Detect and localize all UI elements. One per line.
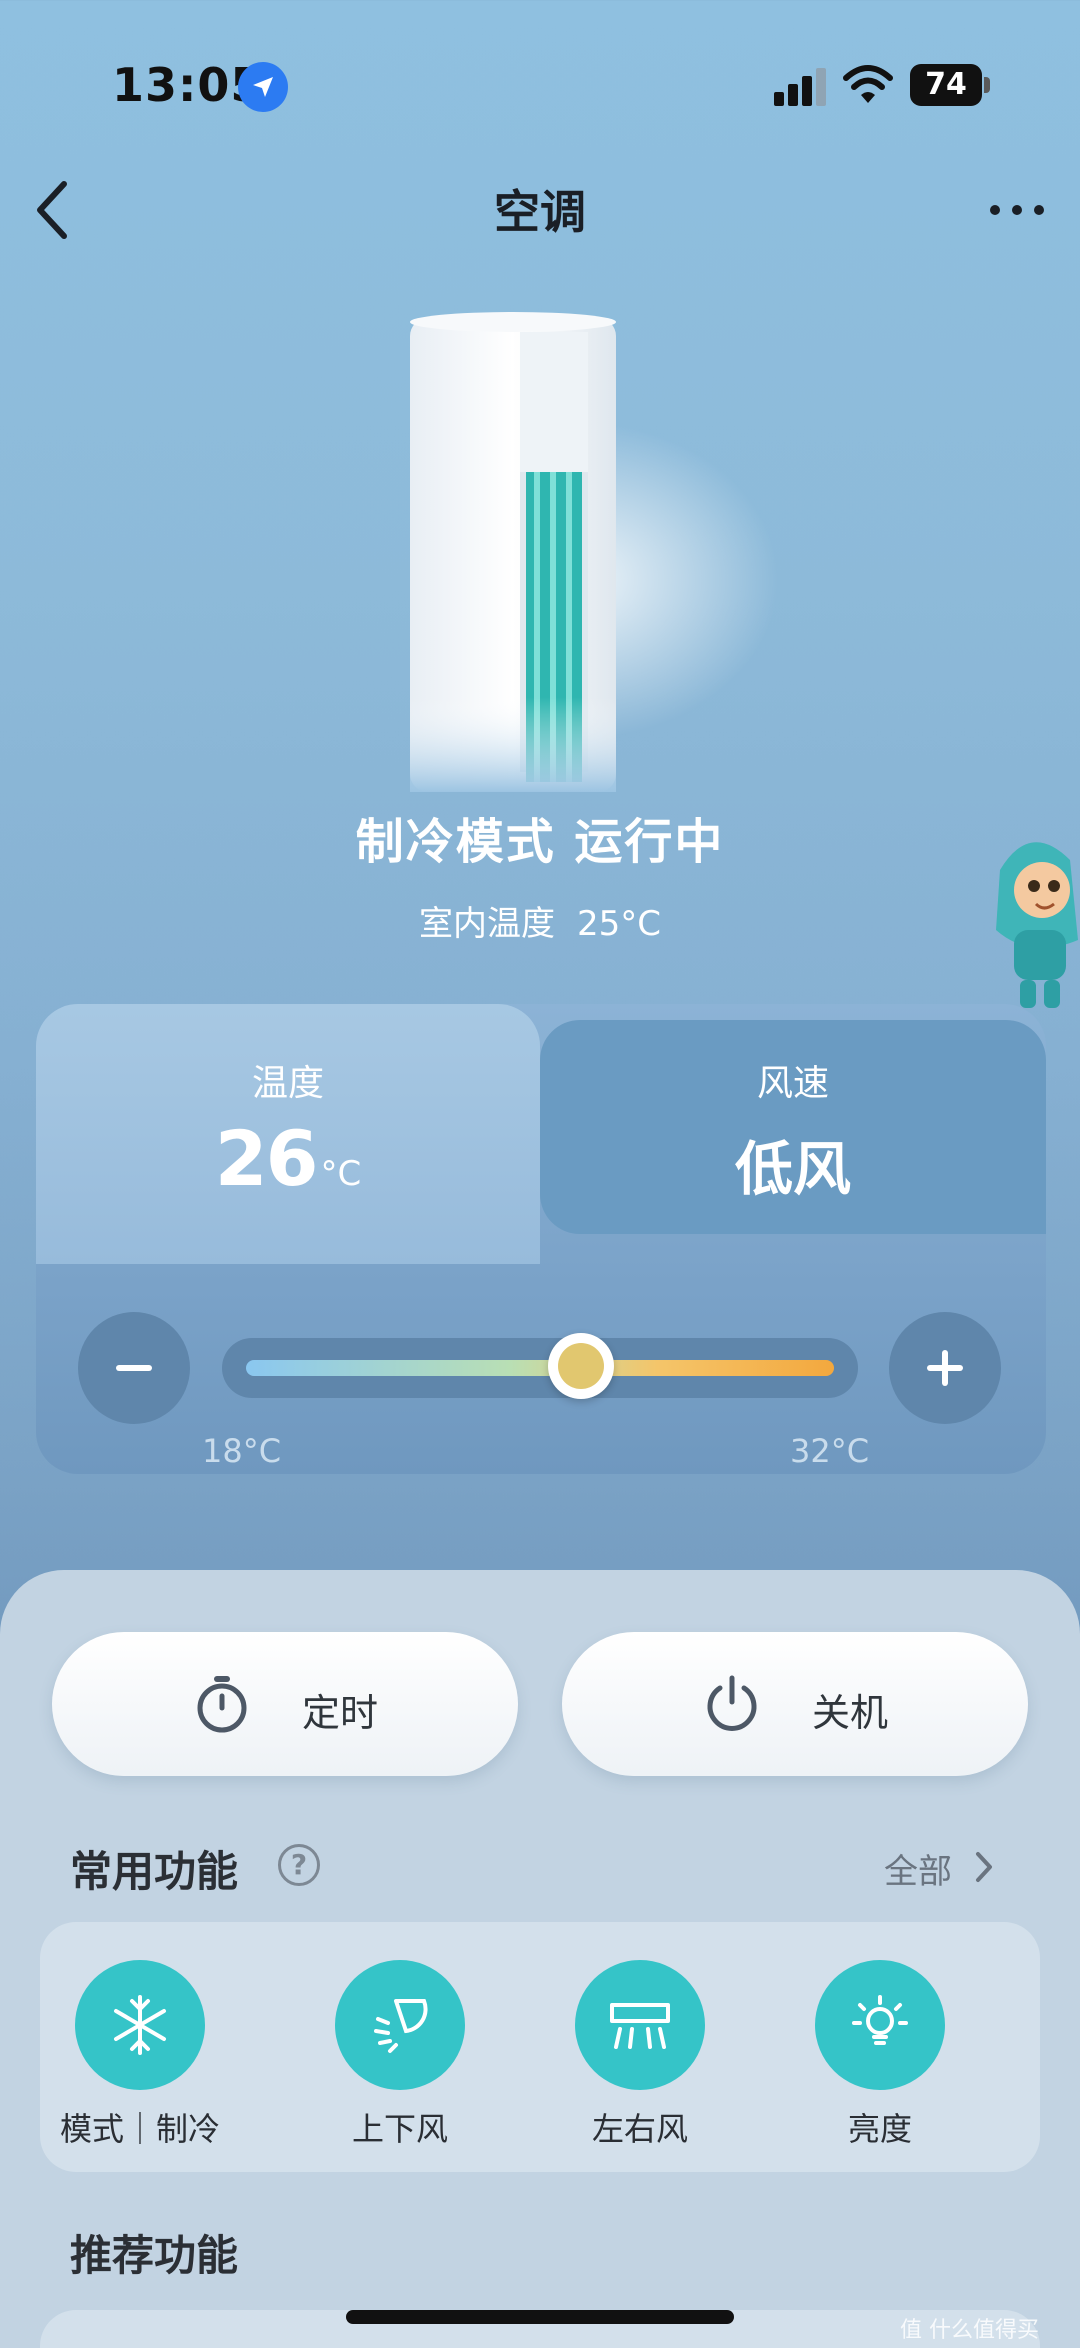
mode-status: 制冷模式 运行中	[355, 814, 725, 870]
function-brightness-button[interactable]	[815, 1960, 945, 2090]
power-icon	[707, 1675, 757, 1731]
indoor-temp-label: 室内温度	[418, 904, 555, 944]
timer-label: 定时	[302, 1691, 379, 1735]
function-brightness[interactable]: 亮度	[780, 1960, 980, 2150]
location-icon	[238, 62, 288, 112]
target-temperature-value: 26	[214, 1114, 319, 1203]
view-all-link[interactable]: 全部	[884, 1844, 952, 1893]
decrease-temperature-button[interactable]	[78, 1312, 190, 1424]
function-mode-label: 模式｜制冷	[59, 2110, 220, 2148]
help-icon[interactable]: ?	[278, 1844, 320, 1886]
recommended-functions-title: 推荐功能	[70, 2231, 239, 2280]
wifi-icon	[843, 65, 893, 103]
vertical-swing-icon	[374, 1999, 428, 2053]
function-horizontal-swing[interactable]: 左右风	[540, 1960, 740, 2150]
common-functions-card: 模式｜制冷 上下风 左右风 亮度	[40, 1922, 1040, 2172]
wind-speed-tab-label: 风速	[756, 1063, 829, 1104]
air-conditioner-image	[410, 312, 616, 792]
battery-level: 74	[925, 67, 967, 102]
indoor-temperature: 室内温度 25°C	[0, 896, 1080, 945]
temperature-tab-label: 温度	[251, 1063, 324, 1104]
horizontal-swing-icon	[610, 2003, 670, 2049]
function-vertical-swing-label: 上下风	[351, 2110, 448, 2148]
power-off-button[interactable]: 关机	[562, 1632, 1028, 1776]
function-mode-button[interactable]	[75, 1960, 205, 2090]
timer-button[interactable]: 定时	[52, 1632, 518, 1776]
temperature-range-min: 18°C	[202, 1432, 282, 1470]
lightbulb-icon	[852, 1995, 908, 2045]
function-brightness-label: 亮度	[847, 2110, 912, 2148]
indoor-temp-value: 25°C	[576, 904, 661, 944]
common-functions-title: 常用功能	[70, 1847, 239, 1896]
snowflake-icon	[114, 1995, 166, 2055]
page-title: 空调	[494, 185, 586, 239]
more-options-icon[interactable]	[988, 192, 1048, 228]
slider-thumb[interactable]	[548, 1333, 615, 1399]
function-horizontal-swing-label: 左右风	[591, 2110, 688, 2148]
function-vertical-swing[interactable]: 上下风	[300, 1960, 500, 2150]
temperature-gradient-bar	[246, 1360, 834, 1376]
target-temperature: 26 °C	[36, 1114, 540, 1203]
temperature-slider[interactable]	[222, 1333, 858, 1399]
battery-nub	[984, 77, 990, 93]
status-bar: 13:05 74	[0, 0, 1080, 170]
watermark: 值 什么值得买	[900, 2318, 1039, 2343]
increase-temperature-button[interactable]	[889, 1312, 1001, 1424]
mascot-assistant[interactable]	[990, 820, 1080, 1020]
function-mode[interactable]: 模式｜制冷	[40, 1960, 240, 2150]
function-horizontal-swing-button[interactable]	[575, 1960, 705, 2090]
home-indicator[interactable]	[346, 2310, 734, 2324]
temperature-range-max: 32°C	[790, 1432, 870, 1470]
temperature-unit: °C	[320, 1154, 362, 1194]
stopwatch-icon	[197, 1676, 247, 1733]
temperature-control-card: 温度 26 °C 风速 低风 18°C 32°C	[36, 1004, 1046, 1474]
battery-indicator: 74	[910, 64, 982, 106]
cellular-signal-icon	[774, 68, 826, 106]
function-vertical-swing-button[interactable]	[335, 1960, 465, 2090]
power-off-label: 关机	[812, 1691, 889, 1735]
bottom-sheet: 定时 关机 常用功能 ? 全部 模式｜制冷 上下风 左右风 亮度 推荐功能	[0, 1570, 1080, 2348]
chevron-right-icon[interactable]	[972, 1850, 996, 1884]
wind-speed-value: 低风	[734, 1135, 851, 1203]
